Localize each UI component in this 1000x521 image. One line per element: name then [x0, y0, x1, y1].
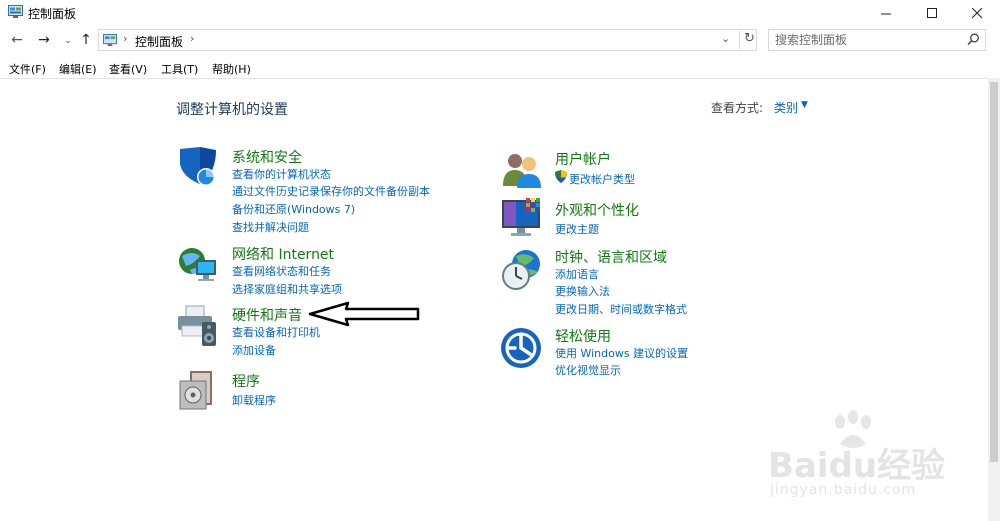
printer-speaker-icon[interactable] [176, 304, 220, 348]
ease-of-access-icon[interactable] [500, 326, 544, 370]
monitor-color-icon[interactable] [500, 196, 544, 240]
category-system-security[interactable]: 系统和安全 [232, 147, 302, 167]
menu-file[interactable]: 文件(F) [9, 61, 46, 77]
link-change-account-type[interactable]: 更改帐户类型 [569, 171, 635, 187]
maximize-button[interactable] [909, 0, 955, 26]
network-globe-icon[interactable] [176, 244, 220, 288]
link-network-status[interactable]: 查看网络状态和任务 [232, 263, 331, 279]
caret-down-icon[interactable]: ▼ [801, 100, 808, 110]
category-user-accounts[interactable]: 用户帐户 [555, 149, 611, 169]
baidu-watermark: Baidu经验 jingyan.baidu.com [768, 410, 948, 505]
title-bar: 控制面板 [0, 0, 1000, 26]
maximize-icon [926, 7, 937, 18]
up-button[interactable]: ↑ [78, 32, 94, 48]
category-programs[interactable]: 程序 [232, 371, 260, 391]
scrollbar-thumb[interactable] [990, 82, 998, 462]
programs-icon[interactable] [176, 369, 220, 413]
close-icon [971, 7, 982, 18]
breadcrumb-chevron-icon[interactable]: › [190, 32, 194, 45]
link-change-input-method[interactable]: 更换输入法 [555, 283, 610, 299]
category-network-internet[interactable]: 网络和 Internet [232, 244, 334, 264]
window-title: 控制面板 [28, 7, 77, 21]
minimize-icon [880, 13, 891, 14]
category-appearance-personalization[interactable]: 外观和个性化 [555, 200, 639, 220]
link-windows-recommended-settings[interactable]: 使用 Windows 建议的设置 [555, 345, 688, 361]
link-change-theme[interactable]: 更改主题 [555, 221, 599, 237]
link-homegroup-sharing[interactable]: 选择家庭组和共享选项 [232, 281, 342, 297]
watermark-text: Baidu经验 [768, 446, 946, 486]
control-panel-icon [8, 5, 23, 18]
control-panel-icon [103, 34, 117, 46]
menu-edit[interactable]: 编辑(E) [59, 61, 97, 77]
arrow-right-icon: → [38, 32, 50, 48]
search-input[interactable] [769, 30, 965, 50]
address-bar[interactable]: › 控制面板 › ⌄ ↻ [98, 29, 757, 51]
link-add-device[interactable]: 添加设备 [232, 342, 276, 358]
clock-globe-icon[interactable] [500, 248, 544, 292]
link-change-date-time-format[interactable]: 更改日期、时间或数字格式 [555, 301, 687, 317]
users-icon[interactable] [500, 148, 544, 192]
menu-bar: 文件(F) 编辑(E) 查看(V) 工具(T) 帮助(H) [0, 58, 1000, 79]
watermark-url: jingyan.baidu.com [770, 482, 917, 498]
recent-locations-button[interactable]: ⌄ [60, 36, 76, 46]
link-devices-printers[interactable]: 查看设备和打印机 [232, 324, 320, 340]
link-add-language[interactable]: 添加语言 [555, 266, 599, 282]
link-backup-restore[interactable]: 备份和还原(Windows 7) [232, 201, 355, 217]
search-box[interactable] [768, 29, 986, 51]
view-by-dropdown[interactable]: 类别 [774, 99, 798, 116]
link-view-computer-status[interactable]: 查看你的计算机状态 [232, 166, 331, 182]
breadcrumb-chevron-icon[interactable]: › [123, 32, 127, 45]
category-ease-of-access[interactable]: 轻松使用 [555, 326, 611, 346]
menu-view[interactable]: 查看(V) [109, 61, 147, 77]
arrow-up-icon: ↑ [80, 32, 92, 48]
menu-tools[interactable]: 工具(T) [161, 61, 198, 77]
view-by-label: 查看方式: [711, 101, 764, 115]
close-button[interactable] [954, 0, 1000, 26]
search-icon[interactable] [967, 33, 980, 46]
minimize-button[interactable] [863, 0, 909, 26]
address-dropdown-icon[interactable]: ⌄ [721, 32, 730, 45]
page-title: 调整计算机的设置 [176, 102, 288, 118]
link-file-history[interactable]: 通过文件历史记录保存你的文件备份副本 [232, 183, 430, 199]
category-clock-language-region[interactable]: 时钟、语言和区域 [555, 247, 667, 267]
back-button[interactable]: ← [9, 32, 25, 48]
breadcrumb-control-panel[interactable]: 控制面板 [135, 33, 183, 50]
link-troubleshoot[interactable]: 查找并解决问题 [232, 219, 309, 235]
shield-icon[interactable] [176, 146, 220, 190]
uac-shield-icon [555, 170, 567, 183]
refresh-icon[interactable]: ↻ [739, 31, 755, 49]
category-hardware-sound[interactable]: 硬件和声音 [232, 305, 302, 325]
annotation-arrow-icon [308, 301, 420, 327]
chevron-down-icon: ⌄ [64, 36, 72, 46]
link-optimize-visual-display[interactable]: 优化视觉显示 [555, 362, 621, 378]
forward-button[interactable]: → [36, 32, 52, 48]
link-uninstall-program[interactable]: 卸载程序 [232, 392, 276, 408]
menu-help[interactable]: 帮助(H) [212, 61, 251, 77]
arrow-left-icon: ← [11, 32, 23, 48]
